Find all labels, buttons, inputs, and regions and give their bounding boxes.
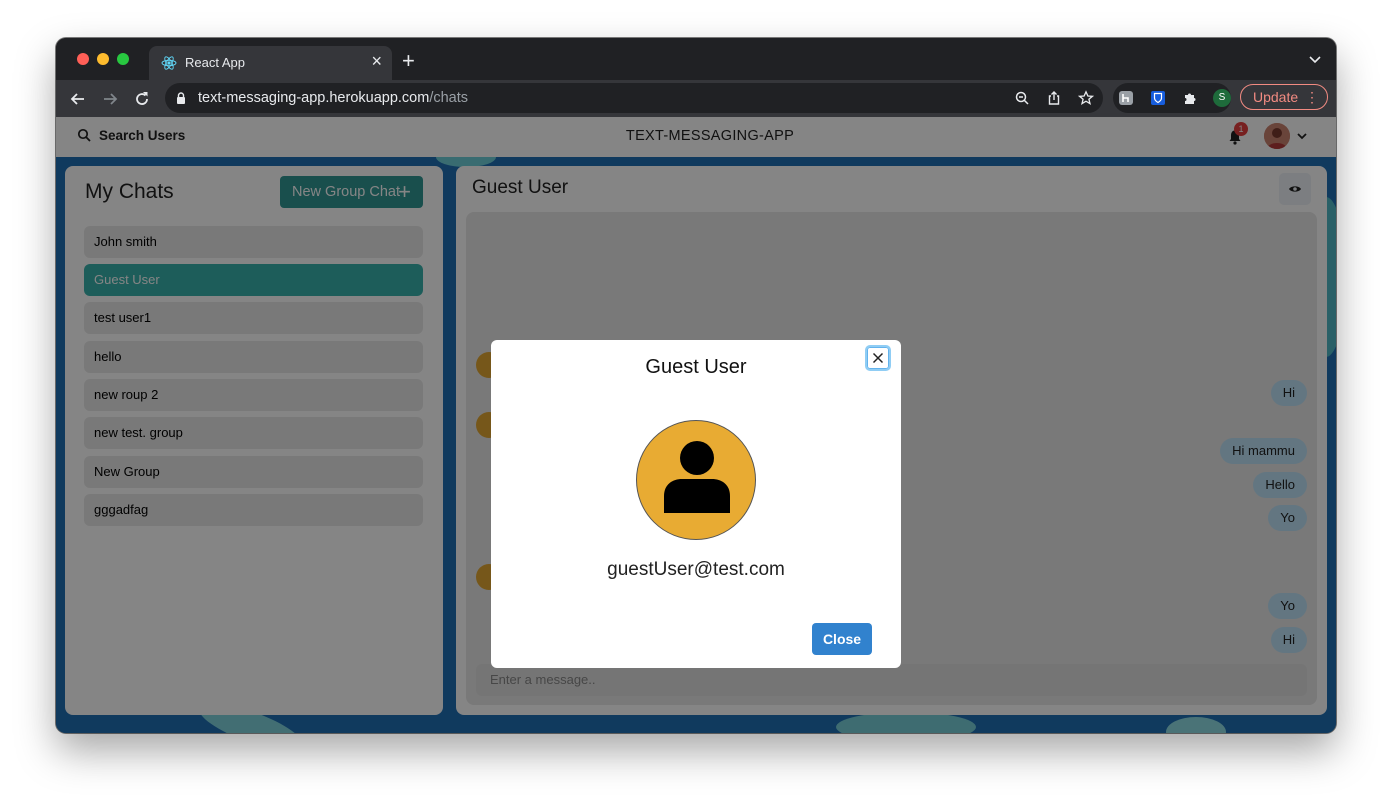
back-arrow-icon[interactable] — [68, 89, 88, 109]
update-button[interactable]: Update ⋮ — [1240, 84, 1328, 110]
extension-h-icon[interactable] — [1118, 90, 1134, 106]
new-tab-button[interactable]: + — [402, 50, 415, 72]
lock-icon — [177, 92, 185, 104]
forward-arrow-icon[interactable] — [100, 89, 120, 109]
modal-close-x-button[interactable] — [865, 345, 891, 371]
chevron-down-icon[interactable] — [1308, 52, 1322, 66]
react-icon — [161, 56, 177, 70]
reload-icon[interactable] — [132, 89, 152, 109]
modal-close-button[interactable]: Close — [812, 623, 872, 655]
tab-title: React App — [185, 55, 245, 70]
close-window-button[interactable] — [77, 53, 89, 65]
close-icon[interactable]: × — [371, 52, 382, 70]
app-content: Search Users TEXT-MESSAGING-APP 1 My Cha… — [56, 117, 1336, 733]
user-icon — [664, 441, 730, 513]
address-bar[interactable]: text-messaging-app.herokuapp.com/chats — [165, 83, 1103, 113]
url-text: text-messaging-app.herokuapp.com/chats — [198, 90, 469, 106]
maximize-window-button[interactable] — [117, 53, 129, 65]
profile-modal: Guest User guestUser@test.com Close — [491, 340, 901, 668]
profile-avatar — [636, 420, 756, 540]
puzzle-icon[interactable] — [1182, 90, 1198, 106]
star-icon[interactable] — [1078, 90, 1094, 106]
zoom-icon[interactable] — [1014, 90, 1030, 106]
modal-title: Guest User — [645, 356, 747, 378]
bitwarden-shield-icon[interactable] — [1150, 90, 1166, 106]
tab-strip: React App × + — [56, 38, 1336, 80]
tab-react-app[interactable]: React App × — [149, 46, 392, 80]
minimize-window-button[interactable] — [97, 53, 109, 65]
browser-window: React App × + text-messaging-app.herokua… — [56, 38, 1336, 733]
close-icon — [872, 352, 884, 364]
more-vertical-icon: ⋮ — [1305, 89, 1319, 105]
profile-avatar[interactable]: S — [1213, 89, 1231, 107]
browser-toolbar: text-messaging-app.herokuapp.com/chats S… — [56, 80, 1336, 117]
modal-email: guestUser@test.com — [607, 559, 785, 580]
share-icon[interactable] — [1046, 90, 1062, 106]
